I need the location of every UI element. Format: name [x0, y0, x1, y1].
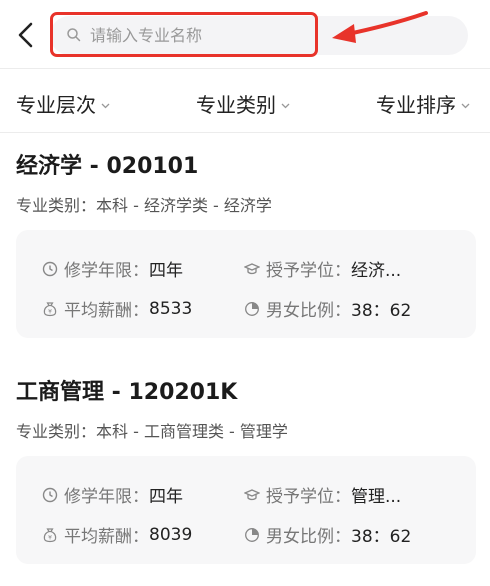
money-bag-icon: ¥ — [43, 301, 57, 316]
graduation-cap-icon — [244, 262, 260, 274]
chevron-down-icon — [461, 103, 470, 109]
filter-category[interactable]: 专业类别 — [196, 89, 290, 118]
filter-sort-label: 专业排序 — [376, 93, 456, 117]
filter-divider — [0, 132, 490, 133]
filter-bar: 专业层次 专业类别 专业排序 — [0, 69, 490, 133]
svg-text:¥: ¥ — [48, 308, 52, 315]
svg-text:¥: ¥ — [48, 534, 52, 541]
salary-field: ¥ 平均薪酬： 8533 — [42, 296, 192, 321]
major-category: 专业类别：本科 - 经济学类 - 经济学 — [16, 196, 272, 215]
graduation-cap-icon — [244, 488, 260, 500]
duration-field: 修学年限： 四年 — [42, 256, 183, 281]
back-button[interactable] — [14, 20, 40, 50]
pie-chart-icon — [245, 301, 259, 316]
duration-field: 修学年限： 四年 — [42, 482, 183, 507]
search-icon — [67, 28, 81, 42]
gender-ratio-field: 男女比例： 38：62 — [244, 522, 411, 547]
header — [0, 0, 490, 68]
money-bag-icon: ¥ — [43, 527, 57, 542]
filter-level-label: 专业层次 — [16, 93, 96, 117]
major-info-card: 修学年限： 四年 授予学位： 经济... ¥ 平均薪酬： 8533 男女比例： 38：6… — [16, 230, 476, 338]
filter-level[interactable]: 专业层次 — [16, 89, 110, 118]
major-info-card: 修学年限： 四年 授予学位： 管理... ¥ 平均薪酬： 8039 男女比例： 38：6… — [16, 456, 476, 564]
gender-ratio-field: 男女比例： 38：62 — [244, 296, 411, 321]
clock-icon — [42, 487, 58, 502]
annotation-arrow-icon — [332, 11, 428, 43]
chevron-down-icon — [101, 103, 110, 109]
major-title: 经济学 - 020101 — [16, 154, 199, 179]
filter-category-label: 专业类别 — [196, 93, 276, 117]
degree-field: 授予学位： 管理... — [244, 482, 401, 507]
major-title: 工商管理 - 120201K — [16, 380, 238, 405]
chevron-down-icon — [281, 103, 290, 109]
search-input[interactable] — [90, 24, 310, 46]
pie-chart-icon — [245, 527, 259, 542]
degree-field: 授予学位： 经济... — [244, 256, 401, 281]
chevron-left-icon — [18, 22, 33, 48]
major-category: 专业类别：本科 - 工商管理类 - 管理学 — [16, 422, 288, 441]
clock-icon — [42, 261, 58, 276]
salary-field: ¥ 平均薪酬： 8039 — [42, 522, 192, 547]
filter-sort[interactable]: 专业排序 — [376, 89, 470, 118]
